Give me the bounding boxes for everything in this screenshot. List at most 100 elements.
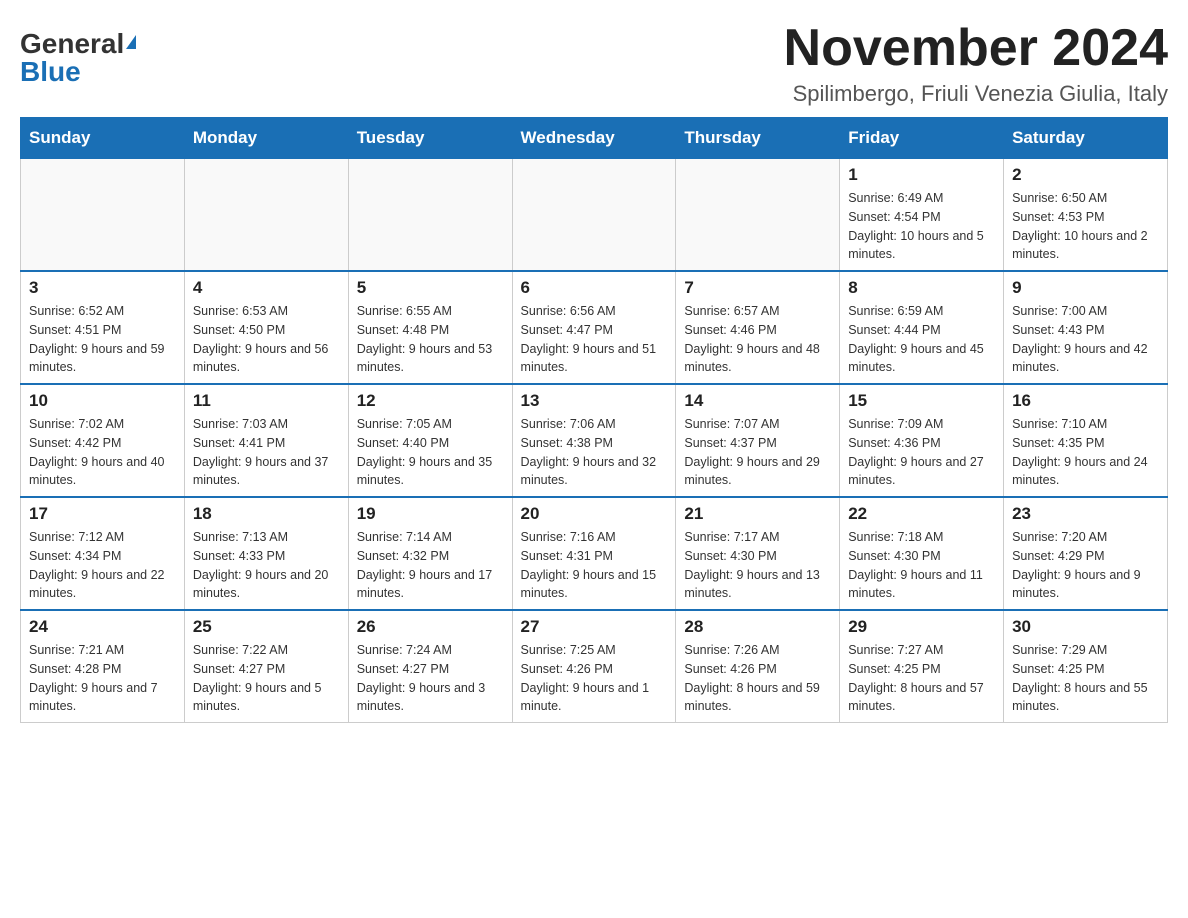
calendar-cell: 18 Sunrise: 7:13 AMSunset: 4:33 PMDayligh… <box>184 497 348 610</box>
calendar-cell: 8Sunrise: 6:59 AMSunset: 4:44 PMDaylight… <box>840 271 1004 384</box>
logo-blue-text: Blue <box>20 58 81 86</box>
calendar-cell: 19Sunrise: 7:14 AMSunset: 4:32 PMDayligh… <box>348 497 512 610</box>
calendar-cell: 10 Sunrise: 7:02 AMSunset: 4:42 PMDayligh… <box>21 384 185 497</box>
calendar-table: SundayMondayTuesdayWednesdayThursdayFrid… <box>20 117 1168 723</box>
day-info: Sunrise: 7:09 AMSunset: 4:36 PMDaylight:… <box>848 415 995 490</box>
page-header: General Blue November 2024 Spilimbergo, … <box>20 20 1168 107</box>
day-number: 14 <box>684 391 831 411</box>
calendar-cell <box>512 159 676 272</box>
day-info: Sunrise: 6:56 AMSunset: 4:47 PMDaylight:… <box>521 302 668 377</box>
day-number: 7 <box>684 278 831 298</box>
day-number: 20 <box>521 504 668 524</box>
calendar-cell: 15 Sunrise: 7:09 AMSunset: 4:36 PMDayligh… <box>840 384 1004 497</box>
day-number: 6 <box>521 278 668 298</box>
day-number: 17 <box>29 504 176 524</box>
calendar-cell: 5 Sunrise: 6:55 AMSunset: 4:48 PMDaylight… <box>348 271 512 384</box>
location-subtitle: Spilimbergo, Friuli Venezia Giulia, Ital… <box>784 81 1168 107</box>
day-number: 11 <box>193 391 340 411</box>
day-number: 16 <box>1012 391 1159 411</box>
day-of-week-header: Wednesday <box>512 118 676 159</box>
calendar-cell: 11 Sunrise: 7:03 AMSunset: 4:41 PMDayligh… <box>184 384 348 497</box>
calendar-cell: 26 Sunrise: 7:24 AMSunset: 4:27 PMDayligh… <box>348 610 512 723</box>
calendar-cell: 3 Sunrise: 6:52 AMSunset: 4:51 PMDaylight… <box>21 271 185 384</box>
calendar-cell: 9Sunrise: 7:00 AMSunset: 4:43 PMDaylight… <box>1004 271 1168 384</box>
day-info: Sunrise: 7:29 AMSunset: 4:25 PMDaylight:… <box>1012 641 1159 716</box>
day-number: 29 <box>848 617 995 637</box>
day-number: 27 <box>521 617 668 637</box>
day-number: 21 <box>684 504 831 524</box>
day-info: Sunrise: 7:17 AMSunset: 4:30 PMDaylight:… <box>684 528 831 603</box>
day-number: 26 <box>357 617 504 637</box>
calendar-cell: 17 Sunrise: 7:12 AMSunset: 4:34 PMDayligh… <box>21 497 185 610</box>
day-info: Sunrise: 7:05 AMSunset: 4:40 PMDaylight:… <box>357 415 504 490</box>
day-info: Sunrise: 7:12 AMSunset: 4:34 PMDaylight:… <box>29 528 176 603</box>
calendar-week-row: 10 Sunrise: 7:02 AMSunset: 4:42 PMDayligh… <box>21 384 1168 497</box>
day-number: 12 <box>357 391 504 411</box>
day-info: Sunrise: 7:06 AMSunset: 4:38 PMDaylight:… <box>521 415 668 490</box>
day-number: 1 <box>848 165 995 185</box>
day-info: Sunrise: 7:02 AMSunset: 4:42 PMDaylight:… <box>29 415 176 490</box>
day-number: 5 <box>357 278 504 298</box>
calendar-cell: 20Sunrise: 7:16 AMSunset: 4:31 PMDayligh… <box>512 497 676 610</box>
calendar-cell: 24Sunrise: 7:21 AMSunset: 4:28 PMDayligh… <box>21 610 185 723</box>
day-of-week-header: Monday <box>184 118 348 159</box>
day-info: Sunrise: 7:03 AMSunset: 4:41 PMDaylight:… <box>193 415 340 490</box>
day-number: 28 <box>684 617 831 637</box>
calendar-cell: 28 Sunrise: 7:26 AMSunset: 4:26 PMDayligh… <box>676 610 840 723</box>
calendar-cell: 21 Sunrise: 7:17 AMSunset: 4:30 PMDayligh… <box>676 497 840 610</box>
day-number: 4 <box>193 278 340 298</box>
day-info: Sunrise: 7:21 AMSunset: 4:28 PMDaylight:… <box>29 641 176 716</box>
day-info: Sunrise: 7:22 AMSunset: 4:27 PMDaylight:… <box>193 641 340 716</box>
day-info: Sunrise: 6:50 AMSunset: 4:53 PMDaylight:… <box>1012 189 1159 264</box>
calendar-cell <box>348 159 512 272</box>
calendar-header-row: SundayMondayTuesdayWednesdayThursdayFrid… <box>21 118 1168 159</box>
calendar-cell: 12 Sunrise: 7:05 AMSunset: 4:40 PMDayligh… <box>348 384 512 497</box>
day-of-week-header: Sunday <box>21 118 185 159</box>
day-info: Sunrise: 7:27 AMSunset: 4:25 PMDaylight:… <box>848 641 995 716</box>
day-number: 19 <box>357 504 504 524</box>
day-number: 10 <box>29 391 176 411</box>
day-info: Sunrise: 6:57 AMSunset: 4:46 PMDaylight:… <box>684 302 831 377</box>
title-area: November 2024 Spilimbergo, Friuli Venezi… <box>784 20 1168 107</box>
day-number: 15 <box>848 391 995 411</box>
day-info: Sunrise: 6:52 AMSunset: 4:51 PMDaylight:… <box>29 302 176 377</box>
calendar-cell: 23Sunrise: 7:20 AMSunset: 4:29 PMDayligh… <box>1004 497 1168 610</box>
logo-general-text: General <box>20 30 124 58</box>
day-info: Sunrise: 7:24 AMSunset: 4:27 PMDaylight:… <box>357 641 504 716</box>
calendar-cell: 16Sunrise: 7:10 AMSunset: 4:35 PMDayligh… <box>1004 384 1168 497</box>
day-of-week-header: Tuesday <box>348 118 512 159</box>
calendar-cell <box>184 159 348 272</box>
calendar-cell: 14 Sunrise: 7:07 AMSunset: 4:37 PMDayligh… <box>676 384 840 497</box>
calendar-cell <box>676 159 840 272</box>
calendar-week-row: 17 Sunrise: 7:12 AMSunset: 4:34 PMDayligh… <box>21 497 1168 610</box>
calendar-cell: 22Sunrise: 7:18 AMSunset: 4:30 PMDayligh… <box>840 497 1004 610</box>
calendar-cell: 29 Sunrise: 7:27 AMSunset: 4:25 PMDayligh… <box>840 610 1004 723</box>
day-number: 2 <box>1012 165 1159 185</box>
calendar-cell: 27 Sunrise: 7:25 AMSunset: 4:26 PMDayligh… <box>512 610 676 723</box>
day-number: 25 <box>193 617 340 637</box>
day-info: Sunrise: 6:49 AMSunset: 4:54 PMDaylight:… <box>848 189 995 264</box>
month-title: November 2024 <box>784 20 1168 77</box>
calendar-cell: 4 Sunrise: 6:53 AMSunset: 4:50 PMDaylight… <box>184 271 348 384</box>
calendar-cell: 6 Sunrise: 6:56 AMSunset: 4:47 PMDaylight… <box>512 271 676 384</box>
day-info: Sunrise: 7:13 AMSunset: 4:33 PMDaylight:… <box>193 528 340 603</box>
day-info: Sunrise: 6:53 AMSunset: 4:50 PMDaylight:… <box>193 302 340 377</box>
day-number: 13 <box>521 391 668 411</box>
logo: General Blue <box>20 20 136 86</box>
day-of-week-header: Saturday <box>1004 118 1168 159</box>
day-info: Sunrise: 7:26 AMSunset: 4:26 PMDaylight:… <box>684 641 831 716</box>
day-of-week-header: Friday <box>840 118 1004 159</box>
day-number: 22 <box>848 504 995 524</box>
day-number: 18 <box>193 504 340 524</box>
day-of-week-header: Thursday <box>676 118 840 159</box>
day-info: Sunrise: 6:55 AMSunset: 4:48 PMDaylight:… <box>357 302 504 377</box>
day-info: Sunrise: 7:00 AMSunset: 4:43 PMDaylight:… <box>1012 302 1159 377</box>
calendar-cell: 7 Sunrise: 6:57 AMSunset: 4:46 PMDaylight… <box>676 271 840 384</box>
calendar-cell <box>21 159 185 272</box>
logo-triangle-icon <box>126 35 136 49</box>
day-info: Sunrise: 7:07 AMSunset: 4:37 PMDaylight:… <box>684 415 831 490</box>
calendar-week-row: 3 Sunrise: 6:52 AMSunset: 4:51 PMDaylight… <box>21 271 1168 384</box>
day-number: 3 <box>29 278 176 298</box>
day-info: Sunrise: 7:25 AMSunset: 4:26 PMDaylight:… <box>521 641 668 716</box>
calendar-cell: 2 Sunrise: 6:50 AMSunset: 4:53 PMDaylight… <box>1004 159 1168 272</box>
